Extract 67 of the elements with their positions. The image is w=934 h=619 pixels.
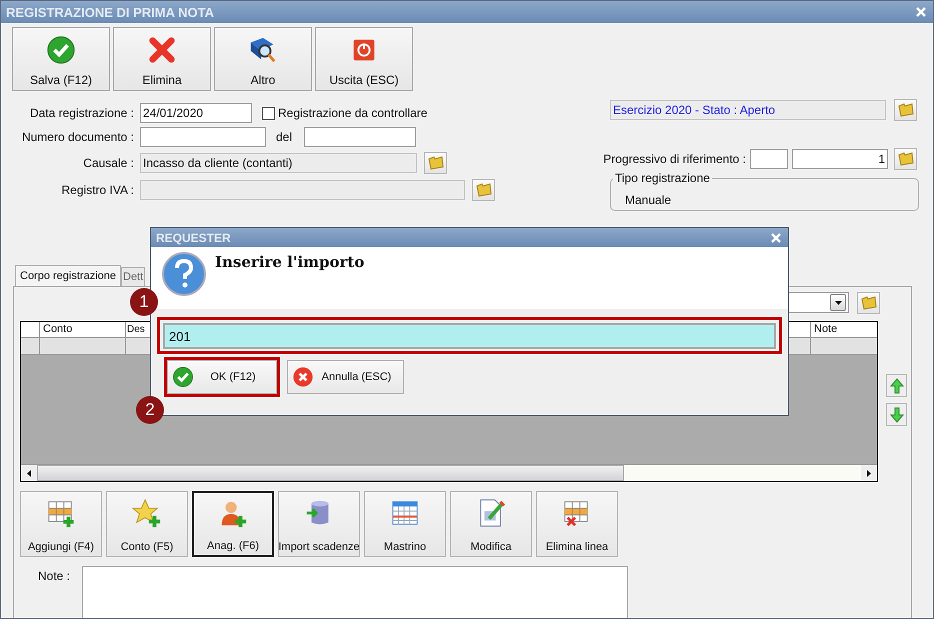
toolbar-button[interactable]: Elimina	[113, 27, 211, 91]
scroll-left-icon[interactable]	[27, 470, 31, 476]
folder-button[interactable]	[472, 179, 495, 201]
ok-button[interactable]: OK (F12)	[167, 360, 277, 394]
move-up-button[interactable]	[886, 374, 907, 397]
folder-icon	[860, 296, 876, 310]
question-icon	[161, 251, 207, 297]
causale-field[interactable]: Incasso da cliente (contanti)	[140, 153, 417, 173]
document-number-field[interactable]	[140, 127, 266, 147]
action-button[interactable]: Conto (F5)	[106, 491, 188, 557]
amount-field[interactable]: 201	[163, 323, 776, 349]
registration-type-text: Manuale	[625, 193, 672, 207]
tab[interactable]: Corpo registrazione	[15, 265, 121, 286]
checkbox[interactable]	[262, 106, 275, 120]
folder-button[interactable]	[857, 292, 880, 314]
fiscal-year-field[interactable]: Esercizio 2020 - Stato : Aperto	[610, 100, 886, 120]
field-label: del	[276, 130, 294, 144]
group-title: Tipo registrazione	[614, 171, 711, 185]
folder-icon	[898, 103, 914, 117]
window-title: REGISTRAZIONE DI PRIMA NOTA	[6, 4, 214, 20]
action-button[interactable]: Elimina linea	[536, 491, 618, 557]
book-search-icon	[248, 35, 278, 65]
toolbar-button[interactable]: Altro	[214, 27, 312, 91]
folder-icon	[898, 152, 914, 166]
field-label: Causale :	[82, 156, 134, 170]
checkmark-icon	[46, 35, 76, 65]
folder-icon	[428, 156, 444, 170]
document-date-field[interactable]	[304, 127, 416, 147]
field-label: Numero documento :	[20, 130, 134, 144]
folder-button[interactable]	[424, 152, 447, 174]
toolbar-button[interactable]: Salva (F12)	[12, 27, 110, 91]
vat-register-field[interactable]	[140, 180, 465, 200]
checkbox-label: Registrazione da controllare	[278, 106, 428, 120]
scrollbar[interactable]	[21, 464, 877, 481]
tab[interactable]: Dett	[121, 267, 146, 286]
action-button[interactable]: Mastrino	[364, 491, 446, 557]
action-button[interactable]: Aggiungi (F4)	[20, 491, 102, 557]
dropdown-button[interactable]	[830, 294, 846, 311]
prompt-text: Inserire l'importo	[215, 253, 364, 271]
move-down-button[interactable]	[886, 403, 907, 426]
checkmark-icon	[172, 366, 194, 388]
down-arrow-icon	[890, 406, 904, 422]
action-button[interactable]: Modifica	[450, 491, 532, 557]
toolbar-button[interactable]: Uscita (ESC)	[315, 27, 413, 91]
action-button[interactable]: Anag. (F6)	[192, 491, 274, 557]
field-label: Progressivo di riferimento :	[603, 152, 746, 166]
cancel-icon	[292, 366, 314, 388]
progressive-field[interactable]: 1	[792, 149, 888, 169]
up-arrow-icon	[890, 378, 904, 394]
cancel-button[interactable]: Annulla (ESC)	[287, 360, 404, 394]
close-icon[interactable]	[771, 232, 781, 242]
row-header	[21, 338, 40, 355]
folder-button[interactable]	[894, 99, 917, 121]
cross-icon	[147, 35, 177, 65]
caret-icon	[834, 300, 842, 304]
field-label: Note :	[36, 569, 70, 585]
progressive-prefix-field[interactable]	[750, 149, 788, 169]
scroll-right-icon[interactable]	[867, 470, 871, 476]
date-field[interactable]: 24/01/2020	[140, 103, 252, 123]
star-add-icon	[132, 498, 162, 528]
field-label: Data registrazione :	[28, 106, 134, 120]
folder-button[interactable]	[894, 148, 917, 170]
folder-icon	[476, 183, 492, 197]
close-icon[interactable]	[916, 7, 926, 17]
dialog-title: REQUESTER	[156, 230, 231, 244]
field-label: Registro IVA :	[60, 183, 134, 197]
action-button[interactable]: Import scadenze	[278, 491, 360, 557]
